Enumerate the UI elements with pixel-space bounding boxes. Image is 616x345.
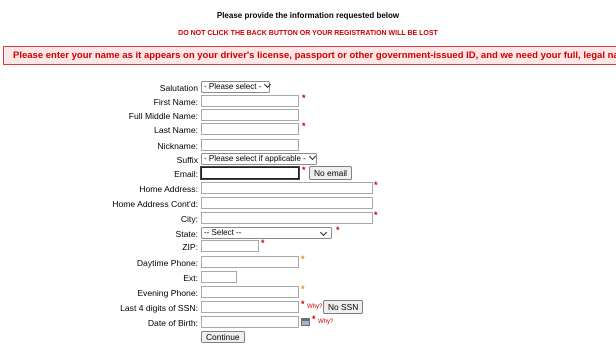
suffix-label: Suffix xyxy=(176,155,198,165)
required-marker: * xyxy=(301,299,305,309)
suffix-selected-value: - Please select if applicable - xyxy=(204,154,306,163)
no-ssn-button[interactable]: No SSN xyxy=(323,300,364,314)
middle-name-input[interactable] xyxy=(201,109,299,121)
daytime-phone-label: Daytime Phone: xyxy=(136,258,198,268)
ext-label: Ext: xyxy=(183,273,198,283)
back-button-warning: DO NOT CLICK THE BACK BUTTON OR YOUR REG… xyxy=(178,30,438,37)
required-marker: * xyxy=(261,238,265,248)
first-name-input[interactable] xyxy=(201,95,299,107)
daytime-phone-input[interactable] xyxy=(201,256,299,268)
chevron-down-icon xyxy=(308,152,316,161)
first-name-label: First Name: xyxy=(153,97,198,107)
home-address-2-input[interactable] xyxy=(201,197,373,209)
state-label: State: xyxy=(175,229,198,239)
last-name-input[interactable] xyxy=(201,123,299,135)
salutation-selected-value: - Please select - xyxy=(204,82,262,91)
no-email-button[interactable]: No email xyxy=(309,166,353,180)
evening-phone-input[interactable] xyxy=(201,286,299,298)
conditional-required-marker: * xyxy=(301,284,305,294)
required-marker: * xyxy=(374,210,378,220)
chevron-down-icon xyxy=(264,80,272,89)
dob-label: Date of Birth: xyxy=(147,318,198,328)
ext-input[interactable] xyxy=(201,271,237,283)
dob-why-link[interactable]: Why? xyxy=(318,319,333,325)
continue-button[interactable]: Continue xyxy=(201,331,245,343)
required-marker: * xyxy=(302,165,306,175)
city-input[interactable] xyxy=(201,212,373,224)
required-marker: * xyxy=(302,121,306,131)
required-marker: * xyxy=(312,314,316,324)
calendar-icon[interactable] xyxy=(301,318,310,326)
suffix-select[interactable]: - Please select if applicable - xyxy=(201,152,317,165)
required-marker: * xyxy=(302,93,306,103)
required-marker: * xyxy=(336,225,340,235)
city-label: City: xyxy=(180,214,198,224)
ssn-why-link[interactable]: Why? xyxy=(307,304,322,310)
last-name-label: Last Name: xyxy=(154,125,198,135)
salutation-label: Salutation xyxy=(159,83,198,93)
ssn-input[interactable] xyxy=(201,301,299,313)
page-intro: Please provide the information requested… xyxy=(216,11,400,20)
salutation-select[interactable]: - Please select - xyxy=(201,80,272,93)
chevron-down-icon xyxy=(319,228,328,237)
email-label: Email: xyxy=(174,169,198,179)
zip-label: ZIP: xyxy=(182,242,198,252)
zip-input[interactable] xyxy=(201,240,259,252)
state-selected-value: -- Select -- xyxy=(204,228,242,237)
middle-name-label: Full Middle Name: xyxy=(128,111,198,121)
required-marker: * xyxy=(374,180,378,190)
nickname-label: Nickname: xyxy=(157,141,198,151)
dob-input[interactable] xyxy=(201,316,299,328)
home-address-2-label: Home Address Cont'd: xyxy=(112,199,198,209)
evening-phone-label: Evening Phone: xyxy=(137,288,198,298)
legal-name-notice: Please enter your name as it appears on … xyxy=(3,46,616,65)
conditional-required-marker: * xyxy=(301,254,305,264)
email-input[interactable] xyxy=(200,166,300,180)
ssn-label: Last 4 digits of SSN: xyxy=(120,303,198,313)
nickname-input[interactable] xyxy=(201,139,299,151)
home-address-input[interactable] xyxy=(201,182,373,194)
state-select[interactable]: -- Select -- xyxy=(201,227,332,239)
home-address-label: Home Address: xyxy=(139,184,198,194)
